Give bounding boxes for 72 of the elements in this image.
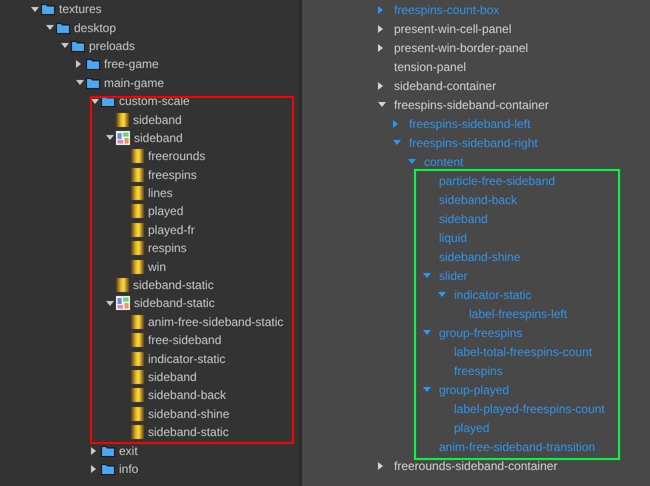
caret-icon[interactable]	[106, 135, 114, 140]
tree-item[interactable]: sideband-static	[0, 276, 299, 294]
image-thumbnail-icon	[131, 222, 144, 237]
tree-item[interactable]: sideband-container	[302, 76, 650, 95]
folder-icon	[41, 3, 55, 16]
tree-item[interactable]: lines	[0, 184, 299, 202]
image-thumbnail-icon	[131, 333, 144, 348]
tree-item[interactable]: sideband-shine	[0, 404, 299, 423]
tree-item[interactable]: sideband	[0, 110, 299, 129]
caret-icon[interactable]	[378, 44, 383, 52]
caret-icon[interactable]	[378, 102, 386, 107]
tree-item[interactable]: freespins	[0, 166, 299, 184]
tree-item[interactable]: sideband-static	[0, 294, 299, 313]
tree-item[interactable]: textures	[0, 0, 299, 18]
folder-icon	[56, 22, 70, 34]
caret-icon[interactable]	[378, 82, 383, 90]
tree-item[interactable]: played-fr	[0, 220, 299, 240]
folder-icon	[86, 76, 100, 89]
tree-item[interactable]: main-game	[0, 74, 299, 92]
tree-item[interactable]: respins	[0, 239, 299, 258]
caret-icon[interactable]	[91, 464, 96, 473]
image-thumbnail-icon	[131, 168, 144, 182]
caret-icon[interactable]	[76, 60, 81, 68]
tree-item[interactable]: free-sideband	[0, 331, 299, 350]
image-thumbnail-icon	[131, 314, 144, 329]
folder-icon	[101, 462, 115, 475]
tree-item[interactable]: free-game	[0, 55, 299, 74]
tree-item[interactable]: present-win-cell-panel	[302, 19, 650, 38]
tree-item[interactable]: freespins-sideband-container	[302, 95, 650, 114]
image-thumbnail-icon	[131, 186, 144, 200]
caret-icon[interactable]	[106, 300, 114, 306]
caret-icon[interactable]	[378, 462, 383, 470]
image-thumbnail-icon	[131, 149, 144, 164]
image-thumbnail-icon	[131, 370, 144, 384]
image-thumbnail-icon	[131, 352, 144, 366]
tree-item[interactable]: tension-panel	[302, 57, 650, 76]
tree-item[interactable]: exit	[0, 441, 299, 460]
caret-icon[interactable]	[91, 98, 99, 104]
caret-icon[interactable]	[76, 80, 84, 86]
tree-item[interactable]: freerounds-sideband-container	[302, 456, 650, 475]
folder-icon	[86, 58, 100, 70]
tree-item[interactable]: anim-free-sideband-static	[0, 312, 299, 332]
image-thumbnail-icon	[131, 406, 144, 421]
caret-icon[interactable]	[91, 446, 96, 455]
atlas-icon	[116, 296, 130, 310]
tree-item[interactable]: sideband-static	[0, 422, 299, 442]
image-thumbnail-icon	[131, 260, 144, 274]
tree-item[interactable]: preloads	[0, 36, 299, 56]
tree-item[interactable]: custom-scale	[0, 92, 299, 110]
image-thumbnail-icon	[131, 204, 144, 218]
tree-item[interactable]: sideband-back	[0, 386, 299, 405]
tree-item[interactable]: indicator-static	[0, 349, 299, 368]
caret-icon[interactable]	[31, 6, 39, 12]
image-thumbnail-icon	[131, 241, 144, 256]
image-thumbnail-icon	[131, 388, 144, 402]
tree-item[interactable]: played	[0, 202, 299, 221]
folder-icon	[101, 444, 115, 457]
image-thumbnail-icon	[131, 425, 144, 440]
image-thumbnail-icon	[116, 112, 129, 127]
image-thumbnail-icon	[116, 278, 129, 292]
folder-icon	[71, 40, 85, 52]
tree-item[interactable]: win	[0, 257, 299, 276]
tree-item[interactable]: sideband	[0, 368, 299, 386]
caret-icon[interactable]	[61, 43, 69, 48]
tree-item[interactable]: info	[0, 460, 299, 478]
tree-item[interactable]: desktop	[0, 18, 299, 37]
tree-item[interactable]: freerounds	[0, 147, 299, 166]
atlas-icon	[116, 130, 130, 145]
caret-icon[interactable]	[46, 25, 54, 30]
tree-item[interactable]: present-win-border-panel	[302, 38, 650, 57]
caret-icon[interactable]	[378, 24, 383, 32]
tree-item[interactable]: sideband	[0, 128, 299, 148]
